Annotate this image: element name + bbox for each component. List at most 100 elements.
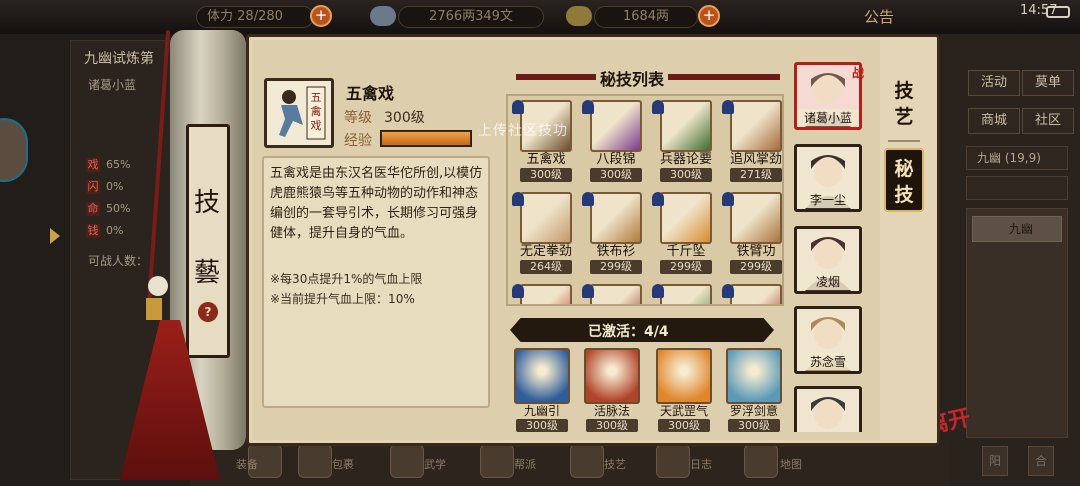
activated-skill[interactable]: 天武罡气 300级 [650,348,718,432]
bottom-label: 技艺 [604,458,626,471]
skill-icon [590,100,642,152]
martial-icon[interactable] [390,444,424,478]
character-portrait[interactable]: 凌烟 [794,226,862,294]
skill-list-title: 秘技列表 [596,66,669,90]
location-list [966,208,1068,438]
activated-skill[interactable]: 活脉法 300级 [578,348,646,432]
activated-skill-name: 活脉法 [593,404,630,418]
skill-icon [660,100,712,152]
help-icon[interactable]: ? [198,302,218,322]
guild-icon[interactable] [480,444,514,478]
small-button[interactable]: 阳 [982,446,1008,476]
notice-button[interactable]: 公告 [864,6,894,27]
bottom-label: 地图 [780,458,802,471]
scroll-char: 藝 [194,258,221,288]
activated-skill-name: 天武罡气 [659,404,708,418]
character-portrait[interactable] [794,386,862,432]
skill-item-level: 299级 [730,260,782,274]
skill-item-name: 兵器论要 [659,152,712,167]
activated-skill[interactable]: 九幽引 300级 [508,348,576,432]
activated-skill-icon [726,348,782,404]
log-icon[interactable] [656,444,690,478]
svg-text:五: 五 [311,91,322,104]
skill-list-item[interactable] [582,284,650,304]
bonus-line: ※每30点提升1%的气血上限 [270,272,423,286]
selected-skill-icon: 五 禽 戏 [264,78,334,148]
add-silver-button[interactable]: + [698,5,720,27]
copper-coin-icon [370,6,396,26]
character-name: 苏念雪 [797,353,859,370]
tassel-cap [146,298,162,320]
skill-art-icon[interactable] [570,444,604,478]
skill-list-item[interactable]: 追风掌劲 271级 [722,100,782,182]
map-icon[interactable] [744,444,778,478]
skill-icon [660,192,712,244]
skill-list-item[interactable] [512,284,580,304]
character-list: 诸葛小蓝李一尘凌烟苏念雪 [790,58,870,432]
small-button[interactable]: 合 [1028,446,1054,476]
character-portrait[interactable]: 李一尘 [794,144,862,212]
skill-list-item[interactable] [722,284,782,304]
skill-icon [730,192,782,244]
activated-skill-level: 300级 [658,419,710,432]
equipped-marker-icon [722,192,734,206]
activated-skill-icon [514,348,570,404]
scroll-label-panel [186,124,230,358]
stamina-value: 28/280 [237,9,283,24]
skill-item-name: 铁臂功 [736,244,776,259]
menu-button[interactable]: 莫单 [1022,70,1074,96]
bag-icon[interactable] [298,444,332,478]
location-list-item[interactable]: 九幽 [972,216,1062,242]
skill-list-item[interactable]: 兵器论要 300级 [652,100,720,182]
bottom-label: 帮派 [514,458,536,471]
tab-skill-art[interactable]: 技艺 [884,72,924,136]
character-name: 凌烟 [797,273,859,290]
community-button[interactable]: 社区 [1022,108,1074,134]
equipped-marker-icon [582,192,594,206]
activity-button[interactable]: 活动 [968,70,1020,96]
shop-button[interactable]: 商城 [968,108,1020,134]
activated-skill-name: 罗浮剑意 [729,404,778,418]
equipped-marker-icon [722,284,734,298]
skill-item-level: 264级 [520,260,572,274]
activated-skill[interactable]: 罗浮剑意 300级 [720,348,788,432]
skill-list-item[interactable] [652,284,720,304]
equipped-marker-icon [512,192,524,206]
skill-list-item[interactable]: 八段锦 300级 [582,100,650,182]
skill-icon [520,192,572,244]
skill-list-item[interactable]: 无定拳劲 264级 [512,192,580,274]
add-stamina-button[interactable]: + [310,5,332,27]
tab-secret-skill[interactable]: 秘技 [884,148,924,212]
skill-item-level: 300级 [590,168,642,182]
skill-icon [590,192,642,244]
skill-icon [520,284,572,304]
equipped-marker-icon [652,100,664,114]
skill-list-item[interactable]: 五禽戏 300级 [512,100,580,182]
skill-list-item[interactable]: 铁布衫 299级 [582,192,650,274]
trial-title: 九幽试炼第 [84,51,154,67]
skill-name: 五禽戏 [346,84,395,103]
location-row-2[interactable] [966,176,1068,200]
expand-arrow-icon[interactable] [50,228,60,244]
activated-skill-icon [584,348,640,404]
skill-item-name: 五禽戏 [526,152,566,167]
silver-ingot-icon [566,6,592,26]
jade-bead [148,276,168,296]
character-name: 诸葛小蓝 [797,109,859,126]
skill-list-item[interactable]: 铁臂功 299级 [722,192,782,274]
fight-tag: 战 [852,66,865,80]
bottom-label: 包裹 [332,458,354,471]
stat-row: 钱 0% [86,224,124,238]
location-row[interactable]: 九幽 (19,9) [966,146,1068,170]
skill-list-item[interactable]: 千斤坠 299级 [652,192,720,274]
fight-count-label: 可战人数： [88,254,149,268]
skill-icon [730,100,782,152]
equipped-marker-icon [582,100,594,114]
skill-item-level: 271级 [730,168,782,182]
skill-item-name: 千斤坠 [666,244,706,259]
character-name: 李一尘 [797,191,859,208]
level-label: 等级 [344,110,372,126]
activated-skill-icon [656,348,712,404]
character-portrait[interactable]: 苏念雪 [794,306,862,374]
skill-description: 五禽戏是由东汉名医华佗所创,以模仿虎鹿熊猿鸟等五种动物的动作和神态编创的一套导引… [270,166,483,241]
